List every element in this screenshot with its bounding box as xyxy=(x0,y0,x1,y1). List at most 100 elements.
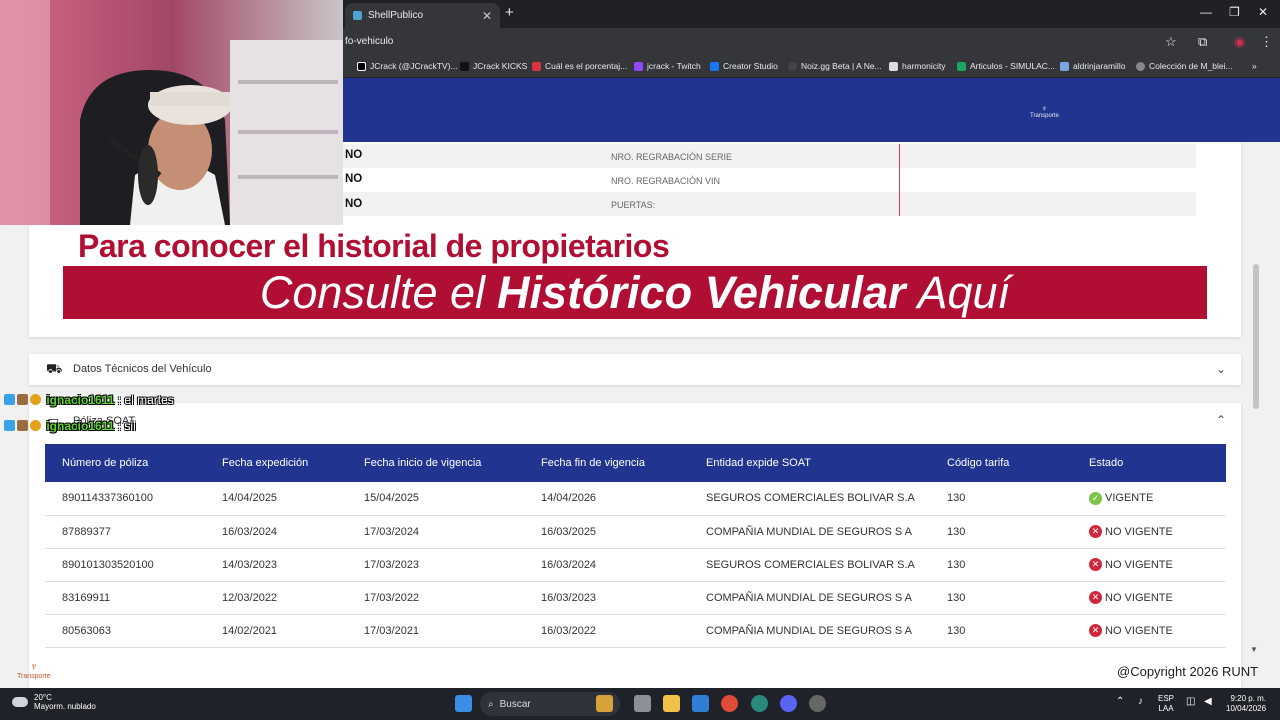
cell-end-date: 16/03/2022 xyxy=(524,614,689,648)
cell-issue-date: 12/03/2022 xyxy=(205,581,347,615)
cell-issue-date: 14/03/2023 xyxy=(205,548,347,582)
cell-issue-date: 16/03/2024 xyxy=(205,515,347,549)
bookmark-item[interactable]: JCrack (@JCrackTV)... xyxy=(357,61,458,71)
temperature: 20°C xyxy=(34,693,52,702)
streamer-webcam-image xyxy=(0,0,343,225)
minimize-icon[interactable]: — xyxy=(1200,5,1212,19)
profile-icon[interactable]: ◉ xyxy=(1234,34,1245,50)
chrome-icon[interactable] xyxy=(721,695,738,712)
discord-icon[interactable] xyxy=(780,695,797,712)
cell-status: ✕ NO VIGENTE xyxy=(1072,614,1226,648)
cell-rate-code: 130 xyxy=(930,614,1072,648)
cell-entity: SEGUROS COMERCIALES BOLIVAR S.A xyxy=(689,482,930,516)
column-header: Fecha expedición xyxy=(205,444,347,482)
restore-icon[interactable]: ❐ xyxy=(1229,5,1240,19)
cell-end-date: 14/04/2026 xyxy=(524,482,689,516)
chat-message: ignacio1611 : sii xyxy=(4,419,136,433)
tab-title: ShellPublico xyxy=(368,10,424,21)
mail-icon[interactable] xyxy=(692,695,709,712)
car-settings-icon: ⛟ xyxy=(46,361,63,376)
header-logo[interactable]: ♆ Transporte xyxy=(1030,104,1059,119)
start-icon[interactable] xyxy=(455,695,472,712)
footer-logo[interactable]: ♆ Transporte xyxy=(17,661,51,680)
cell-policy-number: 87889377 xyxy=(45,515,205,549)
s-icon xyxy=(532,61,541,71)
app-icon[interactable] xyxy=(809,695,826,712)
volume-icon[interactable]: ◀ xyxy=(1204,697,1212,707)
soat-table: Número de póliza Fecha expedición Fecha … xyxy=(45,444,1226,648)
cell-end-date: 16/03/2025 xyxy=(524,515,689,549)
accordion-soat: ▭ Póliza SOAT ⌃ Número de póliza Fecha e… xyxy=(29,403,1241,688)
weather-widget[interactable]: 20°C Mayorm. nublado xyxy=(12,693,96,711)
chat-text: : sii xyxy=(117,419,136,433)
status-text: NO VIGENTE xyxy=(1105,558,1173,571)
history-banner-title[interactable]: Para conocer el historial de propietario… xyxy=(78,228,670,265)
language-indicator[interactable]: ESP LAA xyxy=(1158,694,1174,714)
image-icon xyxy=(1060,61,1069,71)
divider xyxy=(899,144,900,168)
status-text: NO VIGENTE xyxy=(1105,525,1173,538)
accordion-technical-data[interactable]: ⛟ Datos Técnicos del Vehículo ⌄ xyxy=(29,354,1241,385)
url-field[interactable]: fo-vehiculo xyxy=(345,36,393,47)
new-tab-icon[interactable]: + xyxy=(505,4,514,21)
tray-chevron-icon[interactable]: ⌃ xyxy=(1116,697,1124,707)
column-header: Entidad expide SOAT xyxy=(689,444,930,482)
badge-icon xyxy=(17,394,28,405)
task-view-icon[interactable] xyxy=(634,695,651,712)
widget-icon[interactable] xyxy=(596,695,613,712)
chat-username: ignacio1611 xyxy=(46,393,115,407)
history-banner-link[interactable]: Consulte el Histórico Vehicular Aquí xyxy=(63,266,1207,319)
more-bookmarks-icon[interactable]: » xyxy=(1252,61,1257,71)
kick-icon xyxy=(460,61,469,71)
file-explorer-icon[interactable] xyxy=(663,695,680,712)
cell-rate-code: 130 xyxy=(930,515,1072,549)
scroll-down-arrow-icon[interactable]: ▼ xyxy=(1250,645,1258,654)
bookmark-item[interactable]: aldrinjaramillo xyxy=(1060,61,1125,71)
page-scrollbar[interactable] xyxy=(1253,264,1259,409)
bookmark-item[interactable]: Cuál es el porcentaj... xyxy=(532,61,627,71)
logo-mark-icon: ♆ xyxy=(1041,104,1048,113)
detail-label: PUERTAS: xyxy=(611,200,656,210)
cell-policy-number: 890114337360100 xyxy=(45,482,205,516)
cell-rate-code: 130 xyxy=(930,482,1072,516)
cell-start-date: 17/03/2022 xyxy=(347,581,524,615)
bookmark-item[interactable]: jcrack - Twitch xyxy=(634,61,701,71)
cloud-icon xyxy=(12,697,28,707)
microphone-icon[interactable]: ♪ xyxy=(1138,697,1143,707)
bookmark-item[interactable]: harmonicity xyxy=(889,61,945,71)
browser-tab[interactable]: ShellPublico ✕ xyxy=(345,3,500,28)
table-header-row: Número de póliza Fecha expedición Fecha … xyxy=(45,444,1226,482)
badge-icon xyxy=(17,420,28,431)
webcam-overlay xyxy=(0,0,343,225)
divider xyxy=(899,168,900,192)
status-text: NO VIGENTE xyxy=(1105,591,1173,604)
extensions-icon[interactable]: ⧉ xyxy=(1198,34,1207,50)
cell-start-date: 17/03/2023 xyxy=(347,548,524,582)
windows-taskbar: 20°C Mayorm. nublado ⌕ Buscar ⌃ ♪ ESP LA… xyxy=(0,688,1280,720)
cell-entity: COMPAÑIA MUNDIAL DE SEGUROS S A xyxy=(689,515,930,549)
network-icon[interactable]: ◫ xyxy=(1186,697,1195,707)
bookmark-item[interactable]: Noiz.gg Beta | A Ne... xyxy=(788,61,882,71)
bookmark-star-icon[interactable]: ☆ xyxy=(1165,34,1177,50)
table-row: 87889377 16/03/2024 17/03/2024 16/03/202… xyxy=(45,515,1226,549)
close-tab-icon[interactable]: ✕ xyxy=(482,9,492,23)
bookmark-item[interactable]: Creator Studio xyxy=(710,61,778,71)
bookmark-item[interactable]: Colección de M_blei... xyxy=(1136,61,1233,71)
close-window-icon[interactable]: ✕ xyxy=(1258,5,1268,19)
collection-icon xyxy=(1136,61,1145,71)
menu-icon[interactable]: ⋮ xyxy=(1260,34,1273,50)
clock[interactable]: 9:20 p. m. 10/04/2026 xyxy=(1226,694,1266,714)
search-icon: ⌕ xyxy=(488,698,494,710)
bookmark-item[interactable]: JCrack KICKS xyxy=(460,61,527,71)
badge-icon xyxy=(30,394,41,405)
bookmark-item[interactable]: Articulos - SIMULAC... xyxy=(957,61,1055,71)
cell-rate-code: 130 xyxy=(930,581,1072,615)
copyright-text: @Copyright 2026 RUNT xyxy=(1117,664,1259,679)
twitch-icon xyxy=(634,61,643,71)
chevron-up-icon[interactable]: ⌃ xyxy=(1216,413,1226,427)
app-icon[interactable] xyxy=(751,695,768,712)
cell-issue-date: 14/04/2025 xyxy=(205,482,347,516)
cell-entity: SEGUROS COMERCIALES BOLIVAR S.A xyxy=(689,548,930,582)
column-header: Número de póliza xyxy=(45,444,205,482)
cell-start-date: 17/03/2021 xyxy=(347,614,524,648)
